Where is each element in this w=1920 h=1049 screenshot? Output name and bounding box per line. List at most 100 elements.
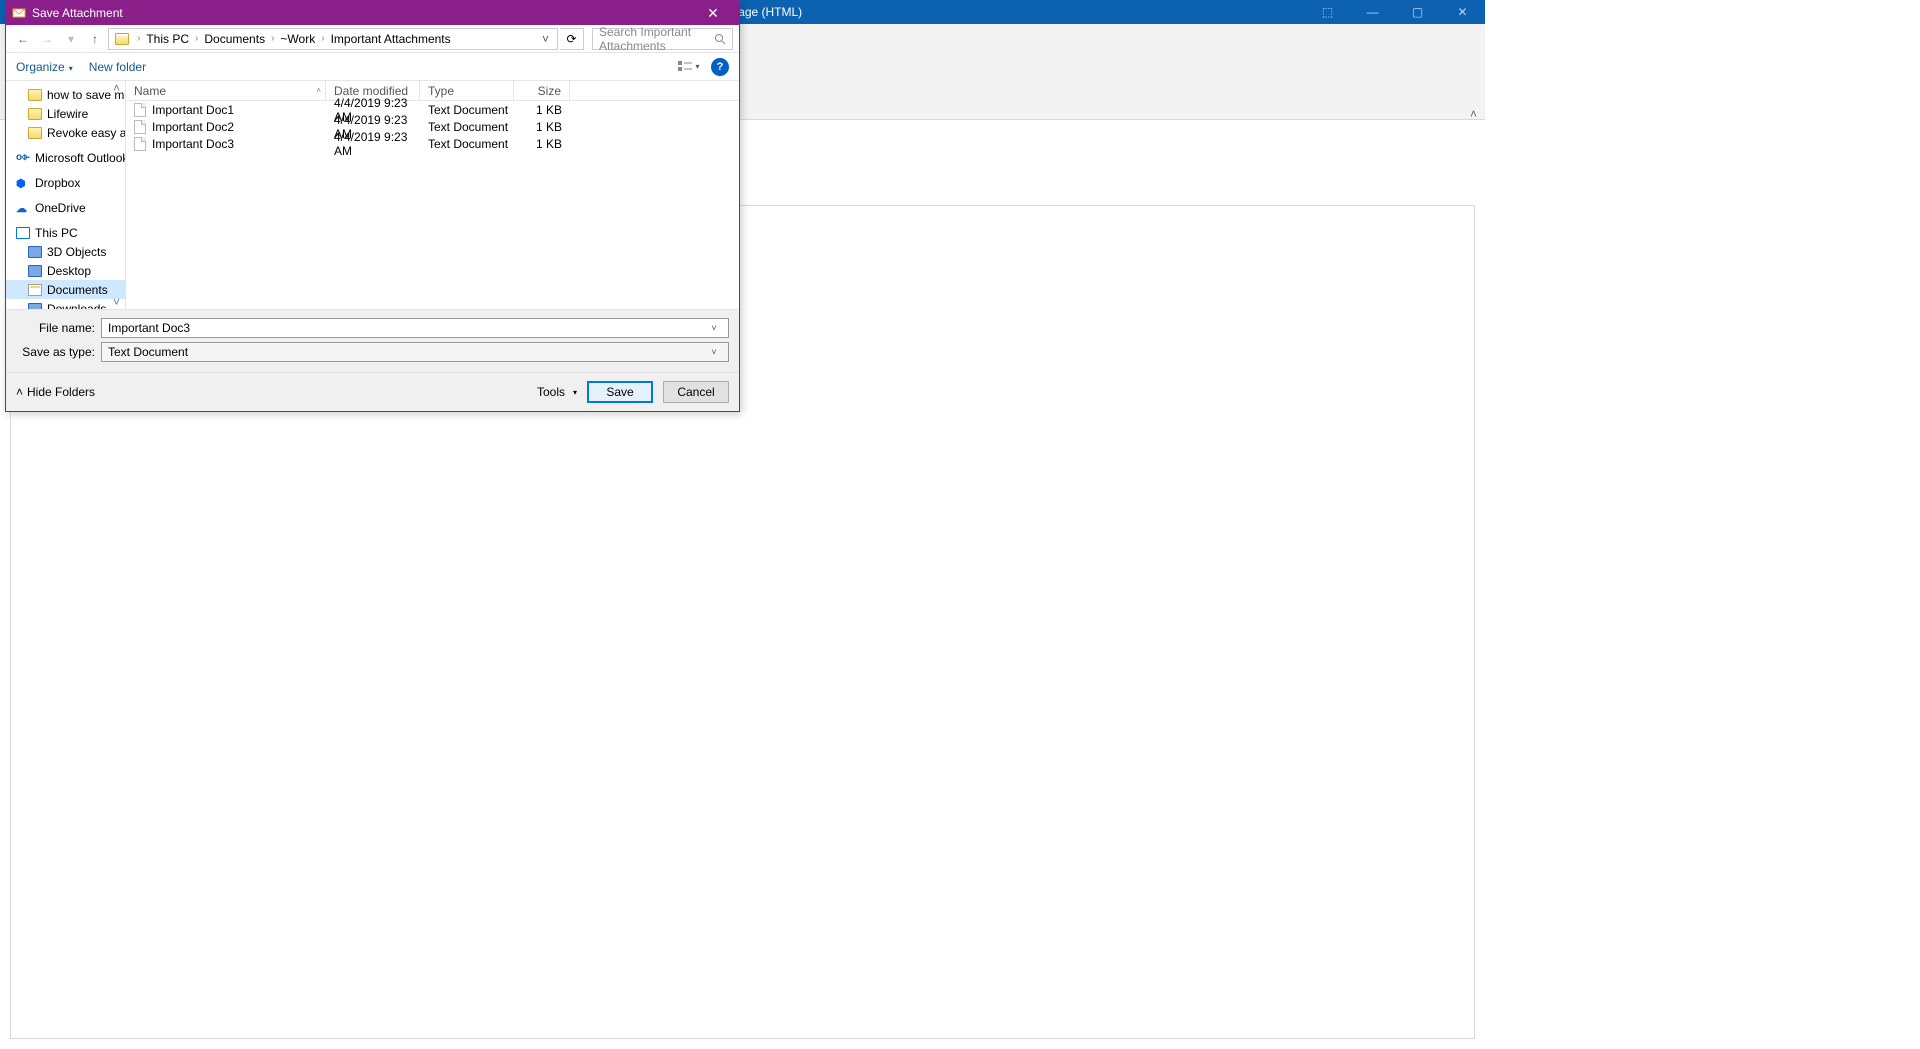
tree-item-label: 3D Objects [47,245,106,259]
tree-item[interactable]: Downloads [6,299,125,309]
save-button[interactable]: Save [587,381,653,403]
device-icon [28,265,42,277]
search-input[interactable]: Search Important Attachments [592,28,733,50]
tree-item[interactable]: 3D Objects [6,242,125,261]
text-file-icon [134,120,146,134]
ribbon-collapse-icon[interactable]: ˄ [1470,107,1477,121]
filename-label: File name: [16,321,101,335]
tree-item-label: Desktop [47,264,91,278]
nav-up-button[interactable]: ↑ [84,28,106,50]
chevron-right-icon: › [133,33,144,44]
tree-item[interactable]: how to save mul [6,85,125,104]
folder-icon [28,108,42,120]
folder-icon [115,33,129,45]
tree-item[interactable]: ☁ OneDrive [6,198,125,217]
breadcrumb[interactable]: › This PC › Documents › ~Work › Importan… [108,28,558,50]
chevron-down-icon[interactable]: ˅ [706,323,722,333]
file-date: 4/4/2019 9:23 AM [326,130,420,158]
nav-recent-dropdown[interactable]: ▾ [60,28,82,50]
chevron-right-icon: › [267,33,278,44]
device-icon [28,303,42,310]
chevron-up-icon: ˄ [16,385,23,399]
tree-item-label: OneDrive [35,201,86,215]
breadcrumb-dropdown-icon[interactable]: ˅ [536,32,555,46]
help-button[interactable]: ? [711,58,729,76]
chevron-right-icon: › [317,33,328,44]
documents-icon [28,284,42,296]
hide-folders-button[interactable]: ˄ Hide Folders [16,385,95,399]
saveastype-label: Save as type: [16,345,101,359]
nav-forward-button[interactable]: → [36,28,58,50]
breadcrumb-item[interactable]: Important Attachments [329,32,453,46]
tree-item-label: Dropbox [35,176,80,190]
tree-item[interactable]: Desktop [6,261,125,280]
folder-icon [28,89,42,101]
nav-back-button[interactable]: ← [12,28,34,50]
popout-button[interactable]: ⬚ [1305,0,1350,24]
dialog-close-button[interactable]: ✕ [693,5,733,22]
tree-item-label: Lifewire [47,107,88,121]
cancel-button[interactable]: Cancel [663,381,729,403]
tree-item-label: Documents [47,283,108,297]
tree-item[interactable]: Revoke easy acc [6,123,125,142]
filename-input[interactable]: Important Doc3 ˅ [101,318,729,338]
tree-scroll-up-icon[interactable]: ˄ [113,81,123,95]
tree-item[interactable]: o⌱ Microsoft Outlook [6,148,125,167]
saveastype-select[interactable]: Text Document ˅ [101,342,729,362]
pc-icon [16,227,30,239]
file-name: Important Doc1 [152,103,234,117]
file-name: Important Doc3 [152,137,234,151]
breadcrumb-item[interactable]: Documents [202,32,267,46]
new-folder-button[interactable]: New folder [89,60,146,74]
file-type: Text Document [420,103,514,117]
tree-item-label: Revoke easy acc [47,126,125,140]
tree-item[interactable]: Lifewire [6,104,125,123]
file-row[interactable]: Important Doc24/4/2019 9:23 AMText Docum… [126,118,739,135]
save-attachment-dialog: Save Attachment ✕ ← → ▾ ↑ › This PC › Do… [5,0,740,412]
tree-item[interactable]: ⬢ Dropbox [6,173,125,192]
file-name: Important Doc2 [152,120,234,134]
breadcrumb-item[interactable]: ~Work [278,32,317,46]
dropbox-icon: ⬢ [16,177,30,189]
minimize-button[interactable]: — [1350,0,1395,24]
tools-menu[interactable]: Tools ▾ [537,385,577,399]
close-button[interactable]: ✕ [1440,0,1485,24]
device-icon [28,246,42,258]
refresh-button[interactable]: ⟳ [560,28,584,50]
column-size[interactable]: Size [514,81,570,100]
outlook-icon: o⌱ [16,152,30,164]
file-row[interactable]: Important Doc34/4/2019 9:23 AMText Docum… [126,135,739,152]
tree-scroll-down-icon[interactable]: ˅ [113,295,123,309]
breadcrumb-item[interactable]: This PC [144,32,191,46]
tree-item-label: Microsoft Outlook [35,151,125,165]
chevron-right-icon: › [191,33,202,44]
column-name[interactable]: Name˄ [126,81,326,100]
file-type: Text Document [420,120,514,134]
maximize-button[interactable]: ▢ [1395,0,1440,24]
search-placeholder: Search Important Attachments [599,25,714,53]
dialog-title: Save Attachment [32,6,123,20]
tree-item[interactable]: Documents [6,280,125,299]
organize-button[interactable]: Organize▾ [16,60,73,74]
file-size: 1 KB [514,120,570,134]
file-row[interactable]: Important Doc14/4/2019 9:23 AMText Docum… [126,101,739,118]
column-type[interactable]: Type [420,81,514,100]
sort-indicator-icon: ˄ [316,86,321,95]
folder-icon [28,127,42,139]
dialog-action-bar: ˄ Hide Folders Tools ▾ Save Cancel [6,372,739,411]
chevron-down-icon: ▾ [573,388,577,397]
tree-item-label: This PC [35,226,78,240]
chevron-down-icon[interactable]: ˅ [706,347,722,357]
tree-item[interactable]: This PC [6,223,125,242]
dialog-navbar: ← → ▾ ↑ › This PC › Documents › ~Work › … [6,25,739,53]
column-spacer [570,81,580,100]
text-file-icon [134,137,146,151]
dialog-titlebar: Save Attachment ✕ [6,1,739,25]
dialog-input-area: File name: Important Doc3 ˅ Save as type… [6,309,739,372]
chevron-down-icon: ▾ [69,64,73,73]
file-type: Text Document [420,137,514,151]
onedrive-icon: ☁ [16,202,30,214]
view-options-button[interactable]: ▾ [675,57,703,77]
file-size: 1 KB [514,103,570,117]
text-file-icon [134,103,146,117]
